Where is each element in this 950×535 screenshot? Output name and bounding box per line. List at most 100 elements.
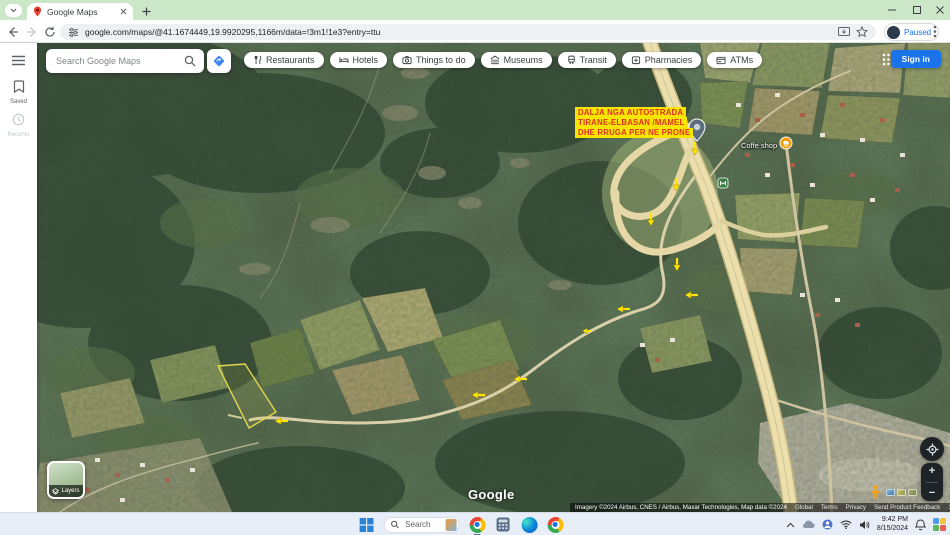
footer-link-privacy[interactable]: Privacy xyxy=(846,504,866,511)
recents-clock-icon xyxy=(12,113,25,126)
install-app-icon[interactable] xyxy=(838,27,850,38)
bookmark-star-icon[interactable] xyxy=(856,26,868,38)
wifi-icon[interactable] xyxy=(840,520,852,529)
tab-title: Google Maps xyxy=(47,7,115,17)
taskbar-edge[interactable] xyxy=(521,516,538,533)
pharmacies-icon xyxy=(631,55,641,65)
chrome-icon xyxy=(547,517,563,533)
widgets-icon[interactable] xyxy=(933,518,946,531)
avatar xyxy=(887,26,900,39)
forward-button[interactable] xyxy=(26,25,38,43)
layers-button[interactable]: Layers xyxy=(47,461,85,499)
notifications-bell-icon[interactable] xyxy=(915,519,926,531)
things-to-do-icon xyxy=(402,55,412,65)
onedrive-cloud-icon[interactable] xyxy=(802,520,815,529)
imagery-thumbnail[interactable] xyxy=(897,489,906,496)
window-maximize-button[interactable] xyxy=(905,0,929,19)
imagery-attribution: Imagery ©2024 Airbus, CNES / Airbus, Max… xyxy=(575,504,787,511)
sidebar-item-recents[interactable]: Recents xyxy=(0,113,37,138)
chip-restaurants[interactable]: Restaurants xyxy=(244,52,324,68)
footer-link-global[interactable]: Global xyxy=(795,504,813,511)
start-button[interactable] xyxy=(358,516,375,533)
category-chips: Restaurants Hotels Things to do Museums … xyxy=(244,52,762,68)
taskbar-clock[interactable]: 9:42 PM 8/15/2024 xyxy=(877,516,908,534)
sidebar-item-label: Saved xyxy=(0,99,37,105)
maps-pin-favicon-icon xyxy=(33,6,42,17)
imagery-thumbnails[interactable] xyxy=(886,489,917,496)
chip-label: Hotels xyxy=(353,55,379,65)
search-icon xyxy=(391,520,400,529)
chevron-down-icon xyxy=(10,8,17,13)
taskbar-search-input[interactable] xyxy=(403,519,441,530)
profile-sync-chip[interactable]: Paused xyxy=(884,23,939,41)
chip-label: ATMs xyxy=(730,55,753,65)
chrome-icon xyxy=(469,517,485,533)
site-settings-icon[interactable] xyxy=(68,27,79,38)
annotation-line: TIRANE-ELBASAN /MAMEL xyxy=(575,117,687,127)
minimize-icon xyxy=(888,6,896,14)
satellite-imagery xyxy=(0,43,950,512)
map-footer-bar: Imagery ©2024 Airbus, CNES / Airbus, Max… xyxy=(570,503,950,512)
window-minimize-button[interactable] xyxy=(880,0,904,19)
map-canvas[interactable] xyxy=(0,43,950,512)
taskbar-chrome-active[interactable] xyxy=(469,516,486,533)
imagery-thumbnail[interactable] xyxy=(886,489,895,496)
chip-pharmacies[interactable]: Pharmacies xyxy=(622,52,702,68)
maps-searchbox[interactable] xyxy=(46,49,204,73)
chip-atms[interactable]: ATMs xyxy=(707,52,762,68)
back-button[interactable] xyxy=(7,25,19,43)
chip-label: Transit xyxy=(580,55,607,65)
saved-bookmark-icon xyxy=(13,80,25,93)
museums-icon xyxy=(490,55,500,65)
address-bar[interactable]: google.com/maps/@41.1674449,19.9920295,1… xyxy=(60,24,876,40)
tray-app-icon[interactable] xyxy=(822,519,833,530)
edge-icon xyxy=(521,517,537,533)
tab-search-button[interactable] xyxy=(5,4,22,17)
chip-transit[interactable]: Transit xyxy=(558,52,616,68)
motorway-badge-icon xyxy=(718,178,728,188)
reload-button[interactable] xyxy=(44,25,56,43)
zoom-control: + − xyxy=(921,463,943,501)
main-menu-button[interactable] xyxy=(0,53,37,71)
browser-menu-button[interactable] xyxy=(933,25,937,43)
imagery-thumbnail[interactable] xyxy=(908,489,917,496)
atms-icon xyxy=(716,56,726,65)
clock-time: 9:42 PM xyxy=(877,516,908,525)
poi-label-coffee-shop[interactable]: Coffe shop xyxy=(741,141,777,150)
sidebar-item-saved[interactable]: Saved xyxy=(0,80,37,105)
directions-diamond-icon xyxy=(212,54,226,68)
maximize-icon xyxy=(913,6,921,14)
new-tab-button[interactable] xyxy=(140,5,153,18)
chip-museums[interactable]: Museums xyxy=(481,52,552,68)
search-highlight-image[interactable] xyxy=(445,519,456,531)
my-location-button[interactable] xyxy=(920,437,944,461)
directions-button[interactable] xyxy=(207,49,231,73)
browser-tab[interactable]: Google Maps xyxy=(27,3,133,20)
chip-hotels[interactable]: Hotels xyxy=(330,52,388,68)
google-watermark: Google xyxy=(468,487,515,502)
pegman-icon xyxy=(871,485,880,500)
clock-date: 8/15/2024 xyxy=(877,525,908,534)
zoom-in-button[interactable]: + xyxy=(929,466,935,476)
taskbar-search[interactable] xyxy=(384,517,460,533)
pegman-control[interactable] xyxy=(871,485,880,505)
search-input[interactable] xyxy=(54,55,184,67)
map-annotation: DALJA NGA AUTOSTRADA TIRANE-ELBASAN /MAM… xyxy=(575,107,693,138)
coffee-shop-poi-icon[interactable] xyxy=(780,137,792,149)
restaurants-icon xyxy=(253,55,262,65)
windows-logo-icon xyxy=(359,518,373,532)
tab-close-icon[interactable] xyxy=(120,8,127,15)
zoom-out-button[interactable]: − xyxy=(929,488,935,498)
taskbar-calculator[interactable] xyxy=(495,516,512,533)
layers-label: Layers xyxy=(61,488,79,494)
window-close-button[interactable] xyxy=(928,0,950,19)
taskbar-chrome[interactable] xyxy=(547,516,564,533)
search-icon[interactable] xyxy=(184,55,196,67)
hamburger-menu-icon xyxy=(11,55,26,66)
tray-expand-icon[interactable] xyxy=(786,522,795,528)
kebab-menu-icon xyxy=(933,25,937,38)
footer-link-terms[interactable]: Terms xyxy=(821,504,838,511)
sign-in-button[interactable]: Sign in xyxy=(891,50,941,68)
volume-icon[interactable] xyxy=(859,520,870,530)
chip-things-to-do[interactable]: Things to do xyxy=(393,52,475,68)
